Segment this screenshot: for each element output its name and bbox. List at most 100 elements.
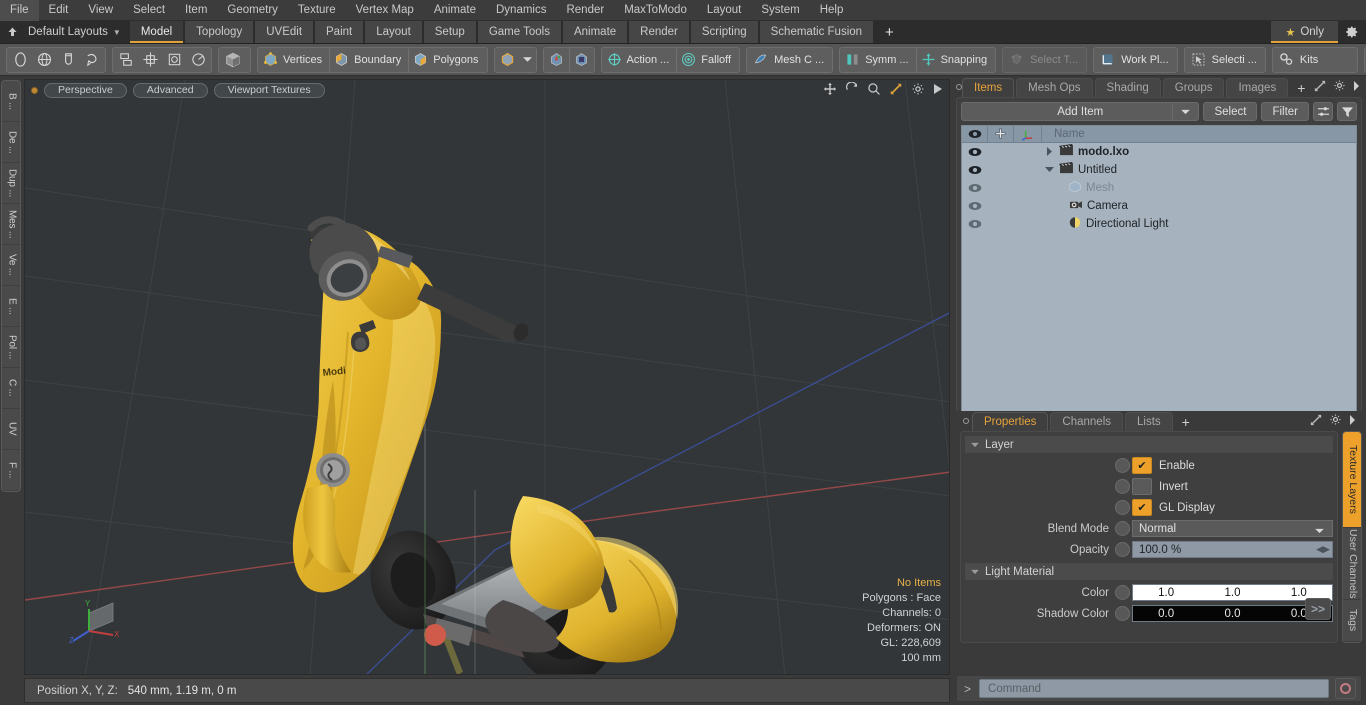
menu-render[interactable]: Render bbox=[556, 0, 614, 21]
kits-button[interactable]: Kits bbox=[1271, 46, 1358, 73]
item-mode-icon[interactable] bbox=[496, 48, 520, 72]
layout-tab-scripting[interactable]: Scripting bbox=[689, 21, 759, 43]
menu-system[interactable]: System bbox=[751, 0, 809, 21]
select-through-button[interactable]: Select T... bbox=[1002, 46, 1088, 73]
snapping-button[interactable]: Snapping bbox=[915, 47, 995, 72]
left-tab-deform[interactable]: De ... bbox=[2, 122, 20, 163]
zoom-icon[interactable] bbox=[867, 82, 881, 99]
layout-tab-uvedit[interactable]: UVEdit bbox=[254, 21, 315, 43]
only-toggle-button[interactable]: ★ Only bbox=[1271, 21, 1338, 43]
blend-mode-dropdown[interactable]: Normal bbox=[1132, 520, 1333, 537]
menu-vertex-map[interactable]: Vertex Map bbox=[346, 0, 424, 21]
tab-images[interactable]: Images bbox=[1226, 78, 1289, 97]
viewport-shading-selector[interactable]: Advanced bbox=[132, 82, 208, 98]
layout-tab-schematic-fusion[interactable]: Schematic Fusion bbox=[758, 21, 875, 43]
move-icon[interactable] bbox=[823, 82, 837, 99]
left-tab-polygon[interactable]: Pol ... bbox=[2, 327, 20, 368]
blend-mode-knob[interactable] bbox=[1115, 521, 1130, 536]
panel-menu-dot[interactable] bbox=[960, 411, 972, 431]
selection-mode-polygons[interactable]: Polygons bbox=[408, 47, 485, 72]
gear-icon[interactable] bbox=[911, 82, 925, 99]
row-transform-cell[interactable] bbox=[1014, 143, 1042, 161]
tab-shading[interactable]: Shading bbox=[1094, 78, 1161, 97]
record-icon[interactable] bbox=[1335, 678, 1356, 699]
tab-properties[interactable]: Properties bbox=[972, 412, 1049, 431]
layout-tab-paint[interactable]: Paint bbox=[314, 21, 365, 43]
selection-mode-boundary[interactable]: Boundary bbox=[329, 47, 408, 72]
radial-icon[interactable] bbox=[186, 48, 210, 72]
add-item-button[interactable]: Add Item bbox=[961, 102, 1200, 121]
circle-falloff-icon[interactable] bbox=[8, 48, 32, 72]
menu-file[interactable]: File bbox=[0, 0, 39, 21]
menu-geometry[interactable]: Geometry bbox=[217, 0, 288, 21]
left-tab-mesh[interactable]: Mes ... bbox=[2, 204, 20, 245]
gl-display-knob[interactable] bbox=[1115, 500, 1130, 515]
rotate-icon[interactable] bbox=[845, 81, 859, 99]
menu-layout[interactable]: Layout bbox=[697, 0, 752, 21]
action-center-button[interactable]: Action ... bbox=[603, 48, 677, 72]
chevron-down-icon[interactable] bbox=[1172, 103, 1198, 120]
chevron-right-icon[interactable] bbox=[1353, 80, 1360, 94]
cylinder-falloff-icon[interactable] bbox=[56, 48, 80, 72]
menu-dynamics[interactable]: Dynamics bbox=[486, 0, 556, 21]
row-transform-cell[interactable] bbox=[1014, 215, 1042, 233]
invert-checkbox[interactable] bbox=[1132, 478, 1152, 495]
add-layout-tab-button[interactable]: + bbox=[874, 21, 905, 43]
row-lock-cell[interactable] bbox=[988, 179, 1014, 197]
expand-icon[interactable] bbox=[1314, 80, 1326, 95]
shadow-color-knob[interactable] bbox=[1115, 606, 1130, 621]
center-icon[interactable] bbox=[138, 48, 162, 72]
tab-lists[interactable]: Lists bbox=[1125, 412, 1173, 431]
solid-shading-button[interactable] bbox=[218, 46, 251, 73]
viewport-projection-selector[interactable]: Perspective bbox=[44, 82, 127, 98]
left-tab-uv[interactable]: UV bbox=[2, 409, 20, 450]
shadow-color-value-field[interactable]: 0.0 0.0 0.0 bbox=[1132, 605, 1333, 622]
table-row[interactable]: Camera bbox=[962, 197, 1356, 215]
layout-tab-layout[interactable]: Layout bbox=[364, 21, 423, 43]
axis-icon[interactable] bbox=[1014, 126, 1042, 143]
add-panel-tab-button[interactable]: + bbox=[1290, 78, 1312, 97]
tree-item[interactable]: Mesh bbox=[1042, 180, 1356, 196]
layout-tab-model[interactable]: Model bbox=[128, 21, 185, 43]
layout-tab-game-tools[interactable]: Game Tools bbox=[476, 21, 562, 43]
table-row[interactable]: modo.lxo bbox=[962, 143, 1356, 161]
row-visibility-toggle[interactable] bbox=[962, 161, 988, 179]
forward-button[interactable]: >> bbox=[1305, 598, 1331, 620]
eye-icon[interactable] bbox=[962, 126, 988, 143]
left-tab-duplicate[interactable]: Dup ... bbox=[2, 163, 20, 204]
viewport-indicator-dot[interactable] bbox=[31, 86, 38, 94]
menu-select[interactable]: Select bbox=[123, 0, 175, 21]
tab-mesh-ops[interactable]: Mesh Ops bbox=[1016, 78, 1093, 97]
sphere-falloff-icon[interactable] bbox=[32, 48, 56, 72]
chevron-down-icon[interactable] bbox=[1044, 166, 1055, 173]
mesh-constraint-button[interactable]: Mesh C ... bbox=[746, 46, 834, 73]
side-tab-user-channels[interactable]: User Channels bbox=[1343, 528, 1361, 600]
gear-icon[interactable] bbox=[1329, 413, 1342, 429]
tab-items[interactable]: Items bbox=[962, 78, 1015, 97]
section-header-layer[interactable]: Layer bbox=[965, 436, 1333, 453]
tree-item[interactable]: modo.lxo bbox=[1042, 144, 1356, 159]
table-row[interactable]: Directional Light bbox=[962, 215, 1356, 233]
chevron-down-icon[interactable] bbox=[520, 48, 535, 72]
left-tab-edge[interactable]: E ... bbox=[2, 286, 20, 327]
menu-texture[interactable]: Texture bbox=[288, 0, 346, 21]
gear-icon[interactable] bbox=[1333, 79, 1346, 95]
tree-item[interactable]: Untitled bbox=[1042, 162, 1356, 177]
color-knob[interactable] bbox=[1115, 585, 1130, 600]
menu-view[interactable]: View bbox=[78, 0, 123, 21]
invert-knob[interactable] bbox=[1115, 479, 1130, 494]
row-transform-cell[interactable] bbox=[1014, 179, 1042, 197]
row-lock-cell[interactable] bbox=[988, 161, 1014, 179]
left-tab-curve[interactable]: C ... bbox=[2, 368, 20, 409]
side-tab-tags[interactable]: Tags bbox=[1343, 600, 1361, 642]
command-input[interactable]: Command bbox=[979, 679, 1329, 698]
symmetry-button[interactable]: Symm ... bbox=[841, 48, 915, 72]
list-options-icon[interactable] bbox=[1313, 102, 1333, 121]
funnel-icon[interactable] bbox=[1337, 102, 1357, 121]
tree-item[interactable]: Camera bbox=[1042, 198, 1356, 213]
layout-preset-selector[interactable]: Default Layouts ▼ bbox=[24, 21, 129, 43]
table-row[interactable]: Mesh bbox=[962, 179, 1356, 197]
align-icon[interactable] bbox=[114, 48, 138, 72]
menu-item[interactable]: Item bbox=[175, 0, 217, 21]
viewport-textures-selector[interactable]: Viewport Textures bbox=[213, 82, 325, 98]
